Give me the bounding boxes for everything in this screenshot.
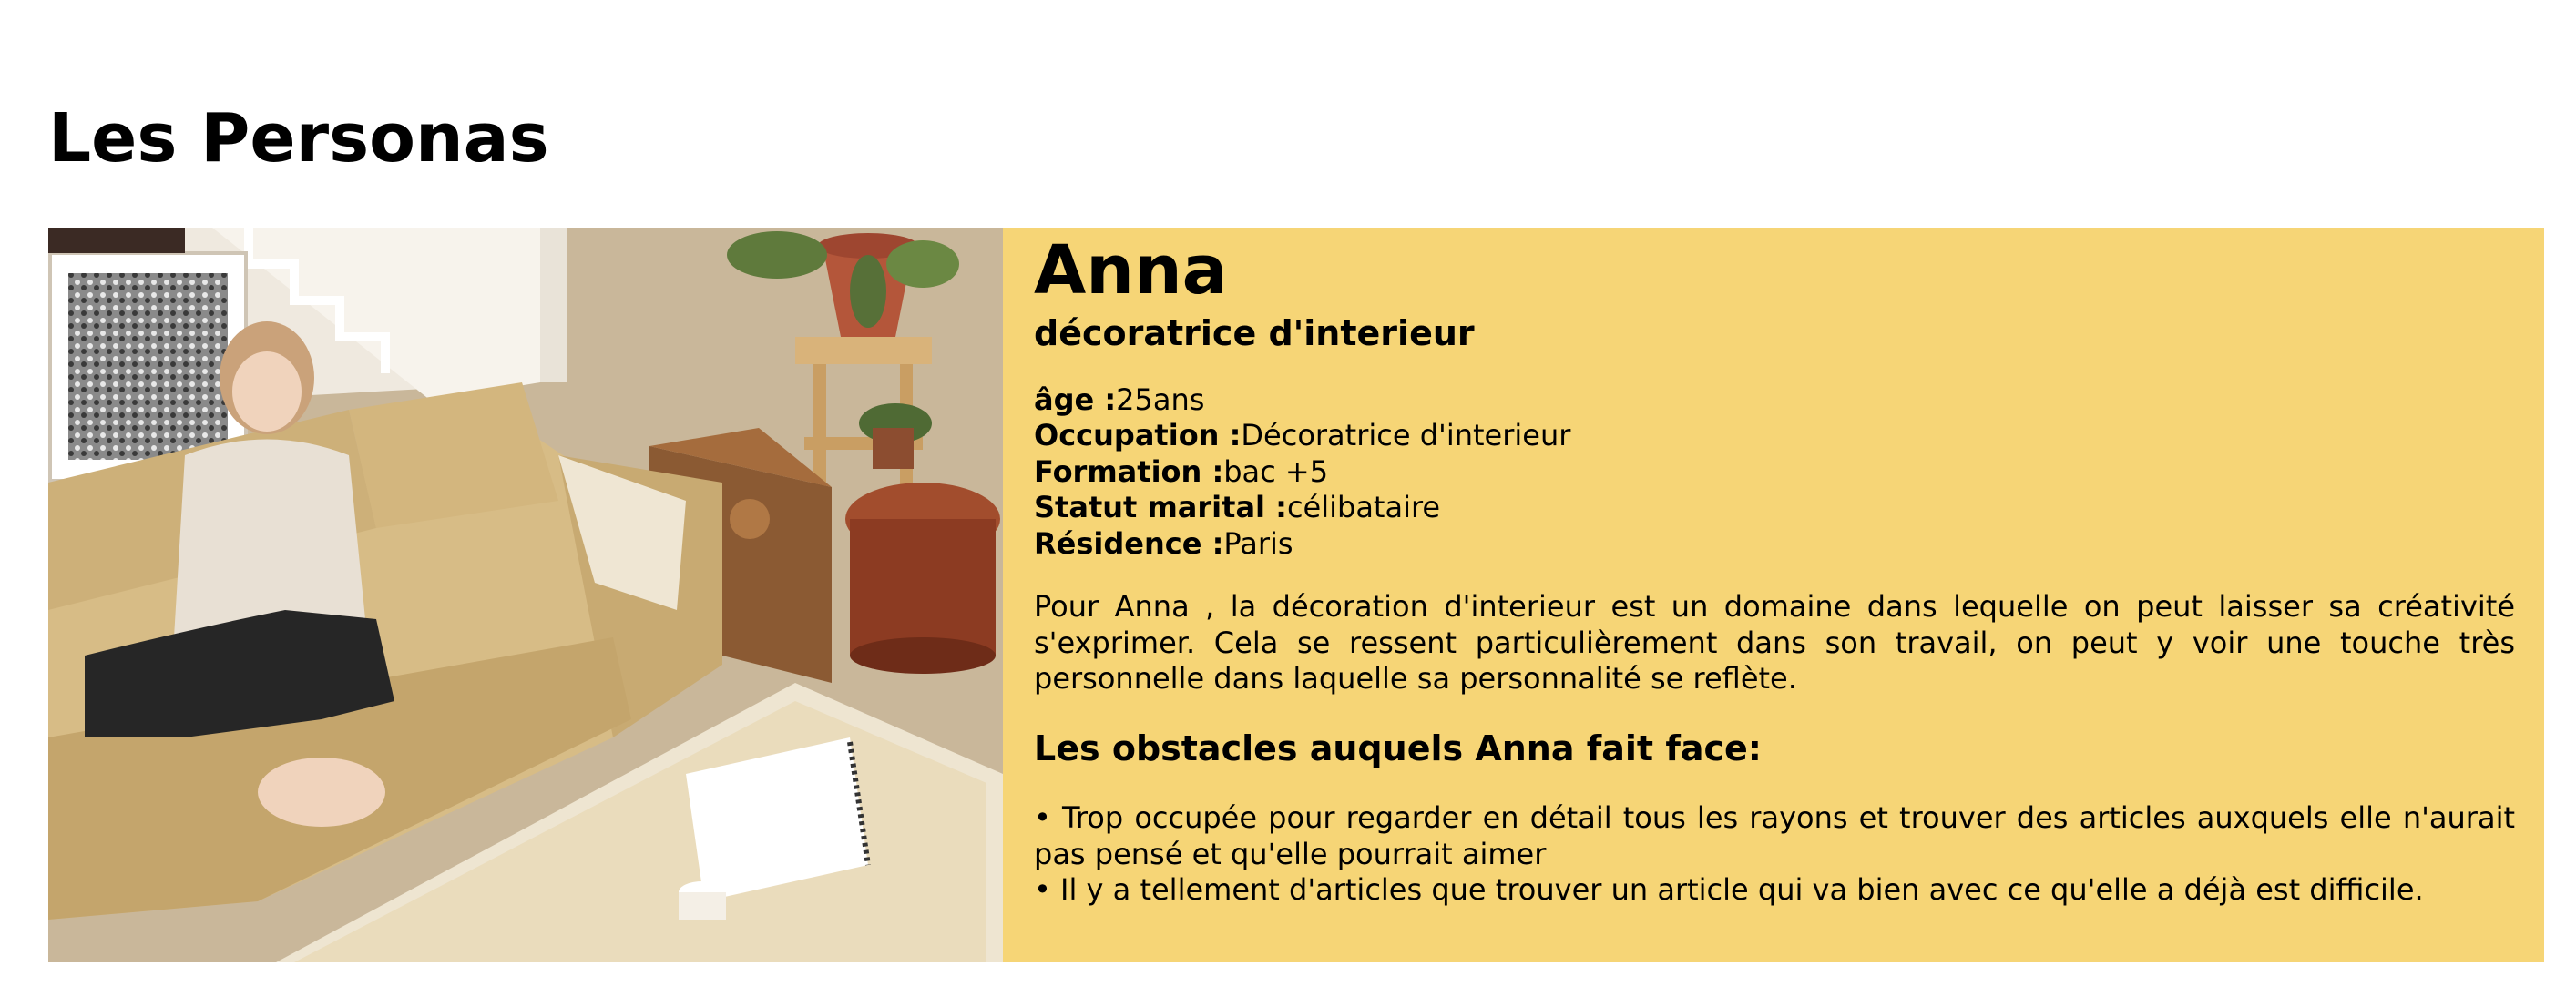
persona-info: Anna décoratrice d'interieur âge :25ans … <box>1003 228 2544 962</box>
fact-formation: Formation :bac +5 <box>1034 454 2515 491</box>
fact-label: Occupation : <box>1034 418 1242 453</box>
fact-occupation: Occupation :Décoratrice d'interieur <box>1034 418 2515 454</box>
fact-label: Statut marital : <box>1034 490 1287 524</box>
list-item: Il y a tellement d'articles que trouver … <box>1034 872 2515 909</box>
persona-photo <box>48 228 1003 962</box>
fact-value: bac +5 <box>1223 453 1329 489</box>
persona-name: Anna <box>1034 231 1228 310</box>
fact-value: célibataire <box>1286 490 1441 524</box>
persona-card: Anna décoratrice d'interieur âge :25ans … <box>48 228 2544 962</box>
fact-label: Formation : <box>1034 453 1224 489</box>
fact-value: 25ans <box>1116 381 1205 417</box>
persona-role: décoratrice d'interieur <box>1034 312 1475 353</box>
fact-age: âge :25ans <box>1034 382 2515 419</box>
obstacles-title: Les obstacles auquels Anna fait face: <box>1034 727 1762 768</box>
obstacles-list: Trop occupée pour regarder en détail tou… <box>1034 800 2515 909</box>
fact-residence: Résidence :Paris <box>1034 526 2515 563</box>
persona-description: Pour Anna , la décoration d'interieur es… <box>1034 589 2515 696</box>
fact-label: âge : <box>1034 381 1117 417</box>
list-item: Trop occupée pour regarder en détail tou… <box>1034 800 2515 872</box>
fact-label: Résidence : <box>1034 525 1224 561</box>
fact-value: Paris <box>1223 525 1293 561</box>
fact-value: Décoratrice d'interieur <box>1241 418 1571 453</box>
fact-marital-status: Statut marital :célibataire <box>1034 490 2515 526</box>
page-title: Les Personas <box>48 99 549 178</box>
persona-facts: âge :25ans Occupation :Décoratrice d'int… <box>1034 382 2515 563</box>
living-room-illustration <box>48 228 1003 962</box>
